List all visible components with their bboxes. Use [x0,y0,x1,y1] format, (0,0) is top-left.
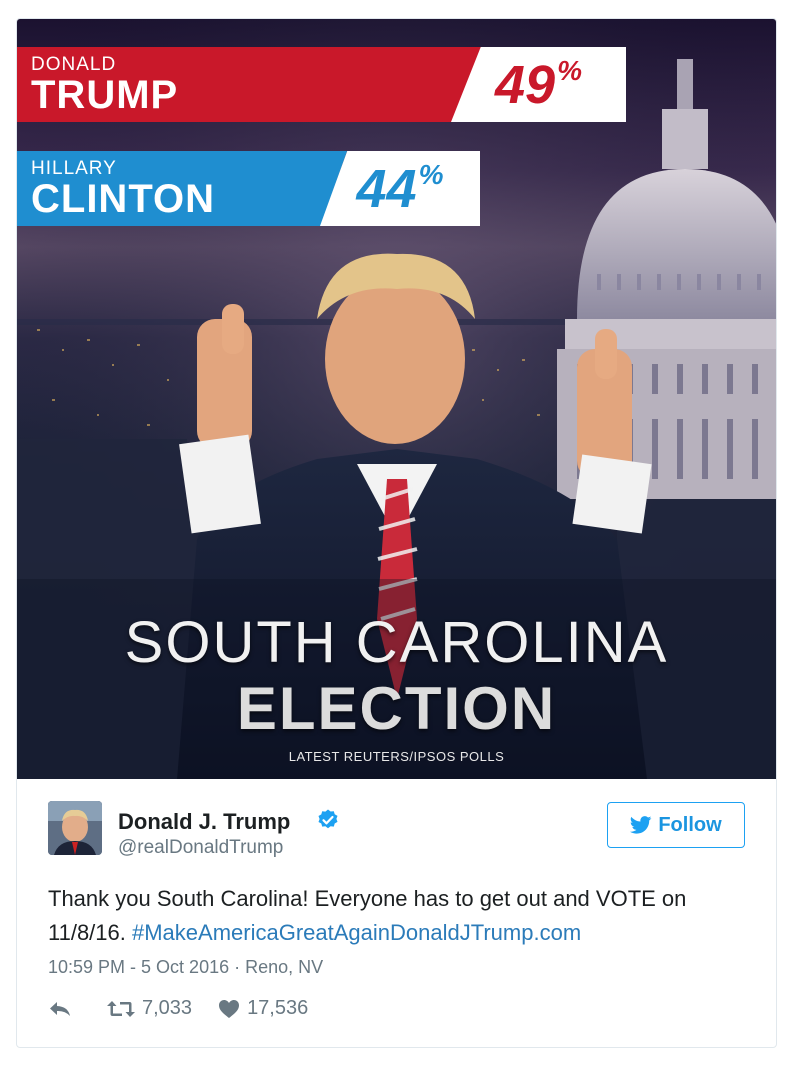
tweet-meta: 10:59 PM - 5 Oct 2016 · Reno, NV [48,957,323,978]
clinton-percent-sign: % [418,158,444,190]
url-link[interactable]: DonaldJTrump.com [390,920,581,945]
retweet-count: 7,033 [142,997,193,1019]
heart-icon [219,999,240,1018]
twitter-bird-icon [630,816,652,834]
tweet-actions: 7,033 17,536 [48,997,308,1020]
trump-last-name: TRUMP [31,72,179,117]
clinton-name-block: HILLARY CLINTON [17,151,347,226]
avatar[interactable] [48,801,102,855]
trump-percent-sign: % [557,54,582,86]
meta-separator: · [234,957,241,977]
clinton-poll-bar: HILLARY CLINTON 44% [17,151,480,226]
headline-state: SOUTH CAROLINA [124,610,669,675]
reply-icon [50,1001,70,1016]
headline-election: ELECTION [236,675,557,742]
follow-label: Follow [658,813,722,836]
tweet-text: Thank you South Carolina! Everyone has t… [48,882,748,950]
display-name[interactable]: Donald J. Trump [118,809,290,835]
reply-button[interactable] [48,999,72,1019]
like-count: 17,536 [247,997,309,1019]
poster-image[interactable]: DONALD TRUMP 49% HILLARY CLINTON 44% SOU… [17,19,776,779]
avatar-image [48,801,102,855]
retweet-button[interactable]: 7,033 [106,997,192,1020]
clinton-last-name: CLINTON [31,176,216,221]
verified-badge-icon [318,809,338,829]
tweet-location[interactable]: Reno, NV [245,957,323,977]
trump-percent: 49% [451,47,626,122]
clinton-percent: 44% [320,151,480,226]
hashtag-link[interactable]: #MakeAmericaGreatAgain [132,920,390,945]
trump-first-name: DONALD [31,53,117,75]
trump-name-block: DONALD TRUMP [17,47,481,122]
clinton-first-name: HILLARY [31,157,117,179]
tweet-timestamp[interactable]: 10:59 PM - 5 Oct 2016 [48,957,229,977]
trump-percent-value: 49 [495,54,556,115]
poll-source: LATEST REUTERS/IPSOS POLLS [288,749,505,764]
user-handle[interactable]: @realDonaldTrump [118,837,283,859]
clinton-percent-value: 44 [356,158,417,219]
tweet-card: DONALD TRUMP 49% HILLARY CLINTON 44% SOU… [16,18,777,1048]
like-button[interactable]: 17,536 [218,997,308,1020]
trump-poll-bar: DONALD TRUMP 49% [17,47,627,122]
retweet-icon [107,1000,135,1017]
follow-button[interactable]: Follow [607,802,745,848]
